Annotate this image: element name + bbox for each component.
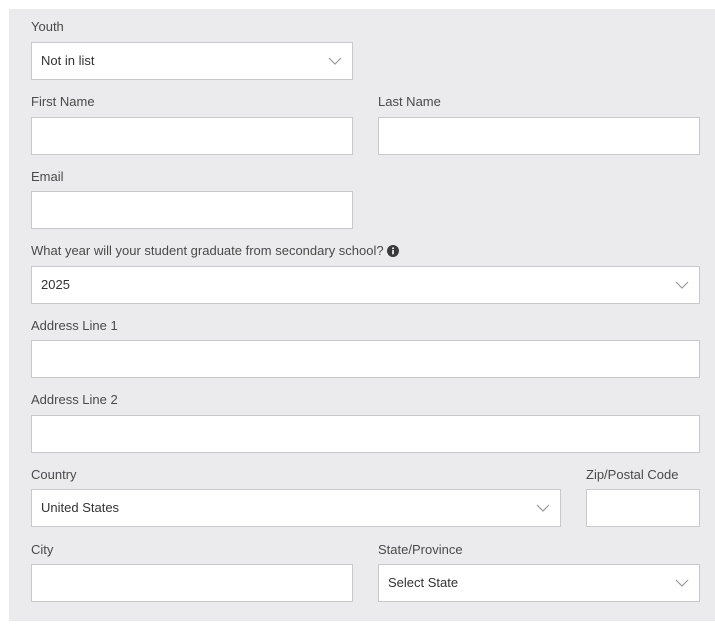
country-select-value: United States xyxy=(41,500,120,515)
chevron-down-icon xyxy=(328,57,342,65)
city-input[interactable] xyxy=(31,564,353,602)
youth-label: Youth xyxy=(31,19,64,34)
youth-select-value: Not in list xyxy=(41,53,95,68)
graduation-year-label: What year will your student graduate fro… xyxy=(31,243,399,259)
address-line1-label: Address Line 1 xyxy=(31,318,118,333)
state-select[interactable]: Select State xyxy=(378,564,700,602)
graduation-year-select[interactable]: 2025 xyxy=(31,266,700,304)
zip-input[interactable] xyxy=(586,489,700,527)
chevron-down-icon xyxy=(675,579,689,587)
chevron-down-icon xyxy=(536,504,550,512)
first-name-label: First Name xyxy=(31,94,95,109)
state-label: State/Province xyxy=(378,542,463,557)
city-label: City xyxy=(31,542,54,557)
first-name-input[interactable] xyxy=(31,117,353,155)
graduation-year-label-text: What year will your student graduate fro… xyxy=(31,243,384,258)
country-label: Country xyxy=(31,467,77,482)
chevron-down-icon xyxy=(675,281,689,289)
email-input[interactable] xyxy=(31,191,353,229)
last-name-label: Last Name xyxy=(378,94,441,109)
contact-form-panel: Youth Not in list First Name Last Name E… xyxy=(9,9,715,621)
graduation-year-value: 2025 xyxy=(41,277,70,292)
state-select-value: Select State xyxy=(388,575,459,590)
youth-select[interactable]: Not in list xyxy=(31,42,353,80)
address-line2-input[interactable] xyxy=(31,415,700,453)
email-label: Email xyxy=(31,169,64,184)
info-icon[interactable] xyxy=(386,245,399,257)
zip-label: Zip/Postal Code xyxy=(586,467,679,482)
address-line1-input[interactable] xyxy=(31,340,700,378)
address-line2-label: Address Line 2 xyxy=(31,392,118,407)
last-name-input[interactable] xyxy=(378,117,700,155)
country-select[interactable]: United States xyxy=(31,489,561,527)
